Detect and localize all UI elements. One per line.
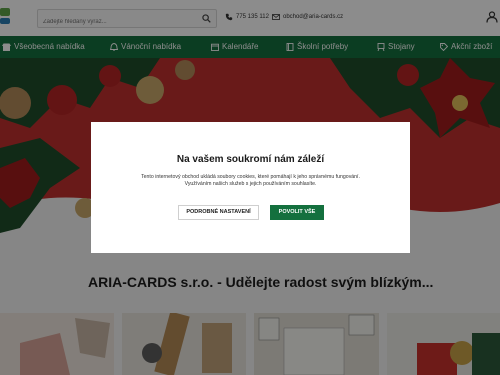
dialog-text: Tento internetový obchod ukládá soubory … bbox=[111, 174, 390, 188]
accept-all-button[interactable]: POVOLIT VŠE bbox=[270, 205, 324, 220]
dialog-text-line: Využíváním našich služeb s jejich použív… bbox=[184, 181, 317, 187]
cookie-consent-dialog: Na vašem soukromí nám záleží Tento inter… bbox=[91, 122, 410, 253]
dialog-title: Na vašem soukromí nám záleží bbox=[176, 154, 325, 165]
detailed-settings-button[interactable]: PODROBNÉ NASTAVENÍ bbox=[178, 205, 259, 220]
dialog-text-line: Tento internetový obchod ukládá soubory … bbox=[141, 174, 360, 180]
